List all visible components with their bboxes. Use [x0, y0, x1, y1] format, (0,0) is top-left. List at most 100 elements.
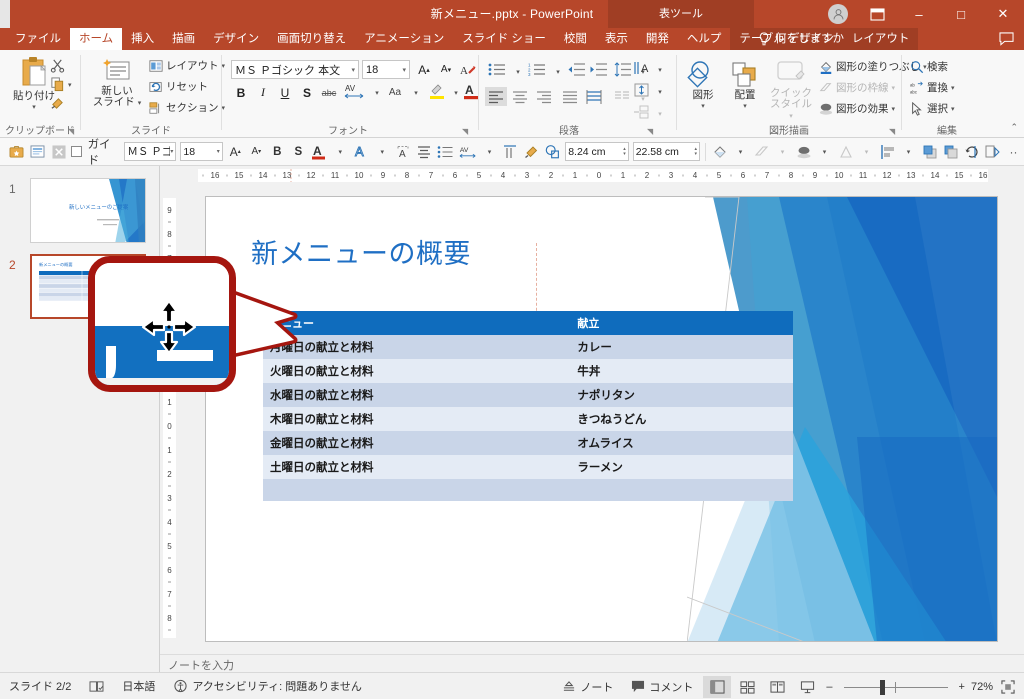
close-box-icon[interactable] — [48, 141, 69, 163]
reset-button[interactable]: リセット — [149, 79, 208, 94]
new-slide-chevron-down-icon[interactable]: ▾ — [138, 100, 142, 107]
view-slideshow-button[interactable] — [793, 676, 821, 698]
table-row[interactable]: 金曜日の献立と材料 オムライス — [263, 431, 793, 455]
font-name-combobox[interactable]: ＭＳ Ｐゴシック 本文 ▾ — [231, 60, 359, 79]
zoom-slider-thumb[interactable] — [879, 679, 885, 695]
increase-indent-button[interactable] — [587, 60, 609, 79]
arrange-chevron-down-icon[interactable]: ▾ — [725, 101, 765, 112]
view-normal-button[interactable] — [703, 675, 732, 698]
layout-button[interactable]: レイアウト ▾ — [149, 58, 225, 73]
text-shadow-button[interactable]: S — [297, 83, 317, 102]
fit-slide-button[interactable] — [995, 673, 1024, 699]
tell-me-search[interactable]: 何をしますか — [758, 28, 844, 50]
table-row[interactable]: 土曜日の献立と材料 ラーメン — [263, 455, 793, 479]
toolbar-font-color-chevron-down-icon[interactable]: ▾ — [330, 141, 351, 163]
strikethrough-button[interactable]: abc — [319, 83, 339, 102]
toolbar-format-painter-button[interactable] — [521, 141, 542, 163]
text-highlight-color-button[interactable] — [426, 81, 448, 100]
toolbar-character-spacing-chevron-down-icon[interactable]: ▾ — [479, 141, 500, 163]
toolbar-align-button[interactable] — [414, 141, 435, 163]
select-button[interactable]: 選択 ▾ — [910, 101, 955, 116]
slide-counter[interactable]: スライド 2/2 — [0, 673, 80, 699]
slide-canvas-area[interactable]: 新メニューの概要 メニュー 献立 月曜日の献立と材料 カレー 火曜日の献立と材料… — [178, 184, 1024, 654]
tab-transitions[interactable]: 画面切り替え — [268, 28, 355, 50]
slide-icon[interactable] — [27, 141, 48, 163]
table-row[interactable]: 月曜日の献立と材料 カレー — [263, 335, 793, 359]
align-text-button[interactable] — [630, 80, 652, 99]
font-size-chevron-down-icon[interactable]: ▾ — [399, 66, 406, 74]
tab-view[interactable]: 表示 — [596, 28, 637, 50]
new-slide-button[interactable]: 新しい スライド ▾ — [89, 58, 145, 109]
user-account-icon[interactable] — [828, 4, 848, 24]
toolbar-shape-effects-chevron-down-icon[interactable]: ▾ — [814, 141, 835, 163]
minimize-button[interactable]: – — [898, 0, 940, 28]
width-stepper[interactable]: ▴ ▾ — [695, 146, 698, 157]
tab-animations[interactable]: アニメーション — [355, 28, 453, 50]
arrange-button[interactable]: 配置 ▾ — [725, 60, 765, 112]
toolbar-bold-button[interactable]: B — [267, 141, 288, 163]
text-direction-chevron-down-icon[interactable]: ▾ — [650, 60, 670, 79]
notes-pane[interactable]: ノートを入力 — [160, 654, 1024, 672]
ribbon-display-options-icon[interactable] — [856, 0, 898, 28]
maximize-button[interactable]: □ — [940, 0, 982, 28]
toolbar-font-size-combobox[interactable]: 18 ▾ — [180, 142, 223, 161]
smartart-chevron-down-icon[interactable]: ▾ — [650, 104, 670, 123]
toolbar-character-spacing-button[interactable]: AV — [456, 141, 479, 163]
shape-width-field[interactable]: 22.58 cm ▴ ▾ — [632, 142, 701, 161]
justify-button[interactable] — [559, 87, 581, 106]
tab-layout[interactable]: レイアウト — [842, 28, 919, 50]
language-indicator[interactable]: 日本語 — [113, 673, 164, 699]
table-cell-dish[interactable]: オムライス — [570, 431, 793, 455]
slide-thumbnail-pane[interactable]: 1 新しいメニューのご提案 2 新メニューの概要 — [0, 166, 160, 672]
table-row[interactable] — [263, 479, 793, 501]
toolbar-decrease-font-button[interactable]: A ▾ — [246, 141, 267, 163]
table-cell-day[interactable]: 金曜日の献立と材料 — [263, 431, 571, 455]
align-left-button[interactable] — [485, 87, 507, 106]
comment-icon[interactable] — [999, 32, 1014, 46]
bullets-button[interactable] — [485, 60, 509, 79]
drawing-dialog-launcher-icon[interactable]: ◥ — [889, 127, 898, 136]
find-button[interactable]: 検索 — [910, 59, 948, 74]
toolbar-text-outline-button[interactable]: A — [351, 141, 372, 163]
shape-outline-button[interactable]: 図形の枠線 ▾ — [819, 80, 895, 95]
shape-effects-button[interactable]: 図形の効果 ▾ — [819, 101, 895, 116]
toolbar-align-objects-chevron-down-icon[interactable]: ▾ — [898, 141, 919, 163]
tab-draw[interactable]: 描画 — [163, 28, 204, 50]
tab-review[interactable]: 校閲 — [555, 28, 596, 50]
toolbar-shape-fill-button[interactable] — [709, 141, 730, 163]
horizontal-ruler[interactable]: 16 15 14 13 12 11 10 9 8765 4321 0123 4567 891… — [160, 166, 1024, 184]
slide-notes-icon[interactable] — [80, 673, 113, 699]
replace-button[interactable]: ab abc 置換 ▾ — [910, 80, 955, 95]
tab-file[interactable]: ファイル — [6, 28, 70, 50]
clear-formatting-button[interactable]: A — [458, 60, 478, 79]
decrease-indent-button[interactable] — [565, 60, 587, 79]
briefcase-icon[interactable] — [6, 141, 27, 163]
zoom-in-button[interactable]: + — [955, 673, 969, 699]
toolbar-bring-forward-button[interactable] — [919, 141, 940, 163]
align-center-button[interactable] — [509, 87, 531, 106]
toolbar-shapes-button[interactable] — [542, 141, 563, 163]
toolbar-shadow-button[interactable]: S — [288, 141, 309, 163]
close-button[interactable]: ✕ — [982, 0, 1024, 28]
collapse-ribbon-chevron-icon[interactable]: ⌃ — [1010, 122, 1018, 133]
guides-checkbox[interactable]: ガイド — [69, 139, 122, 167]
text-direction-button[interactable]: A — [630, 58, 652, 77]
table-cell-dish[interactable]: きつねうどん — [570, 407, 793, 431]
italic-button[interactable]: I — [253, 83, 273, 102]
toolbar-text-outline-chevron-down-icon[interactable]: ▾ — [372, 141, 393, 163]
comments-button[interactable]: コメント — [622, 673, 702, 699]
toolbar-shape-outline-button[interactable] — [751, 141, 772, 163]
view-reading-button[interactable] — [763, 676, 791, 698]
font-dialog-launcher-icon[interactable]: ◥ — [462, 127, 471, 136]
toolbar-align-objects-button[interactable] — [877, 141, 898, 163]
align-right-button[interactable] — [533, 87, 555, 106]
toolbar-text-direction-button[interactable] — [500, 141, 521, 163]
align-text-chevron-down-icon[interactable]: ▾ — [650, 82, 670, 101]
notes-button[interactable]: ノート — [553, 673, 622, 699]
change-case-button[interactable]: Aa — [383, 83, 407, 102]
toolbar-shape-3d-chevron-down-icon[interactable]: ▾ — [856, 141, 877, 163]
table-cell-dish[interactable] — [570, 479, 793, 501]
toolbar-font-name-combobox[interactable]: ＭＳ Ｐゴ ▾ — [124, 142, 177, 161]
vertical-ruler[interactable]: 9876 5432 1012 3456 78 — [160, 184, 178, 654]
replace-chevron-down-icon[interactable]: ▾ — [951, 84, 955, 92]
